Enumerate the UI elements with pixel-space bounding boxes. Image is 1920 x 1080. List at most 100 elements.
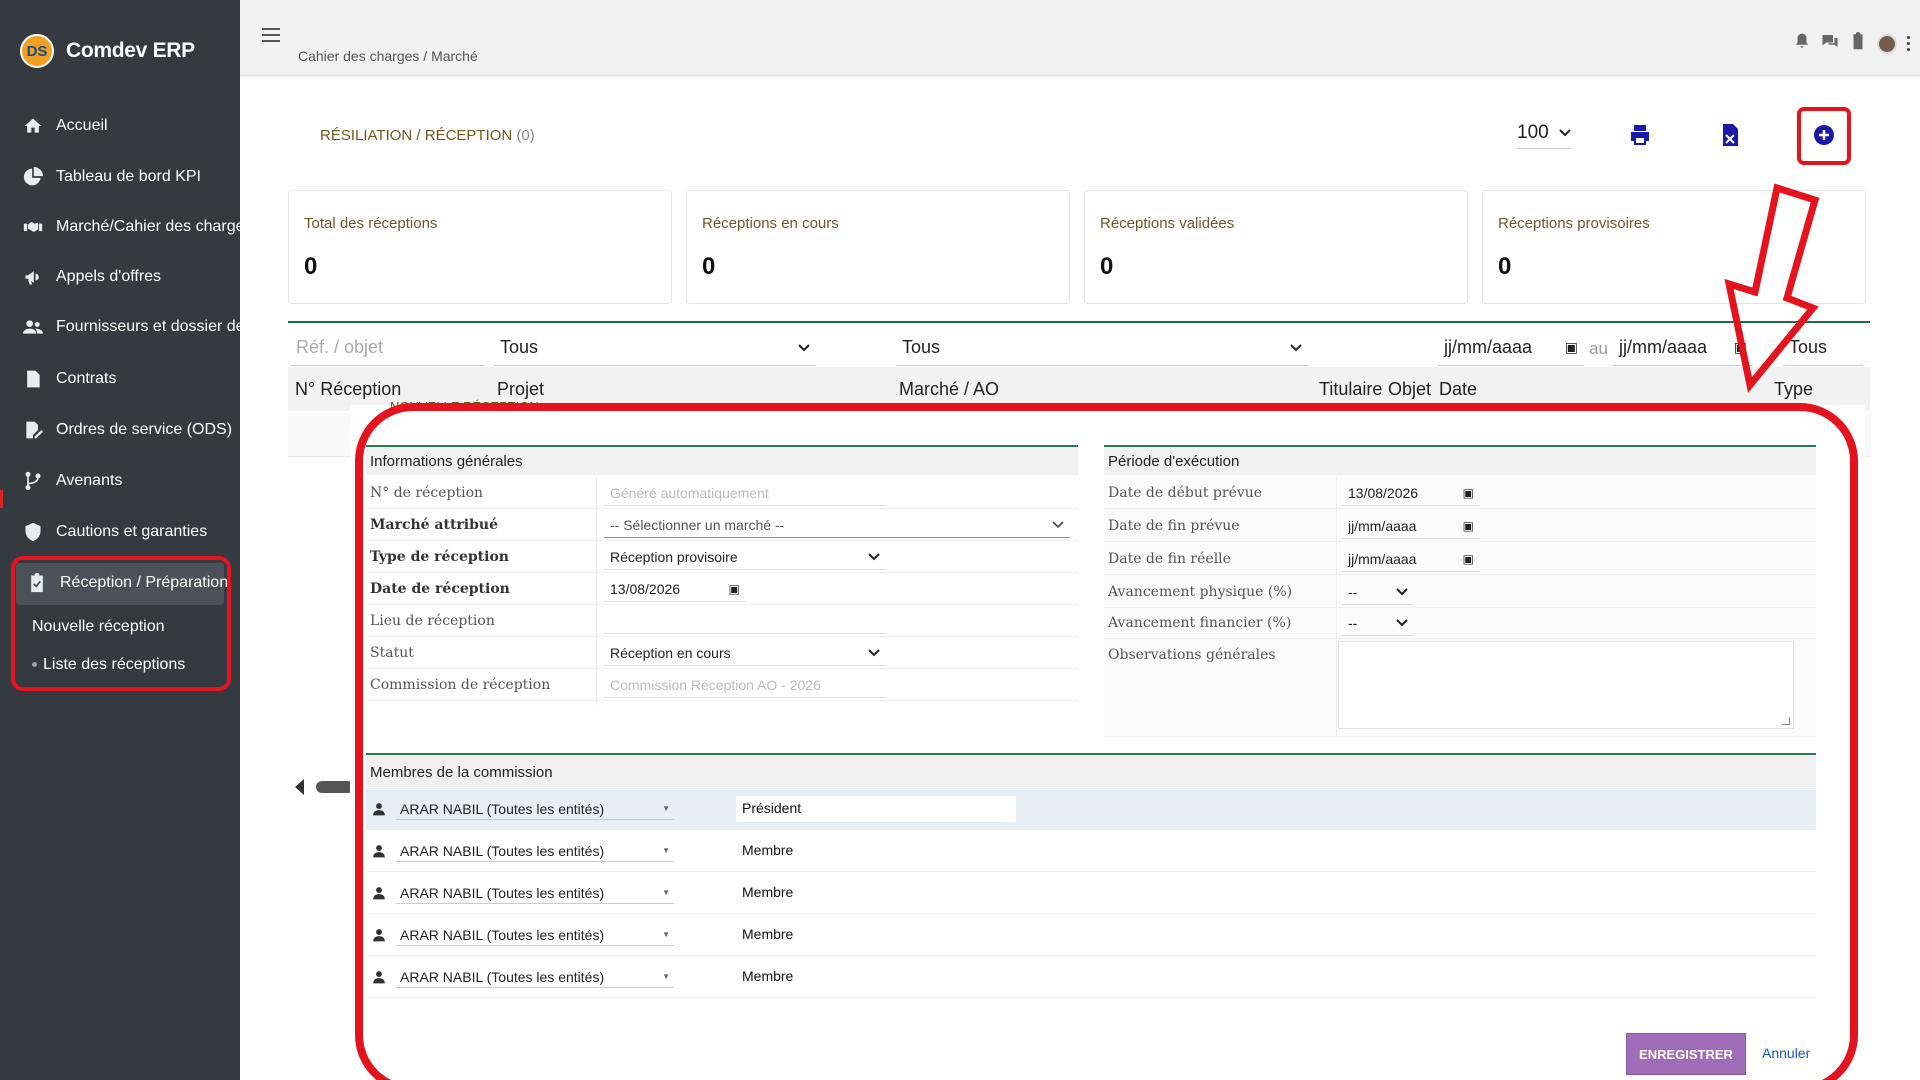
sidebar-item-accueil[interactable]: Accueil [22, 115, 108, 137]
pie-chart-icon [22, 166, 44, 188]
field-label: Avancement financier (%) [1108, 615, 1292, 631]
projet-filter-value: Tous [500, 337, 539, 357]
sidebar: DS Comdev ERP Accueil Tableau de bord KP… [0, 0, 245, 1080]
field-label: N° de réception [370, 485, 484, 501]
field-fin-prevue: Date de fin prévue jj/mm/aaaa ▣ [1104, 510, 1816, 542]
sidebar-item-marche[interactable]: Marché/Cahier des charge [22, 216, 245, 238]
scroll-left-icon[interactable] [295, 779, 304, 795]
avancement-physique-select[interactable]: -- [1342, 579, 1414, 605]
date-to-value: jj/mm/aaaa [1619, 337, 1708, 357]
sidebar-item-contrats[interactable]: Contrats [22, 368, 116, 390]
numero-input[interactable]: Généré automatiquement [604, 480, 886, 506]
clipboard-icon[interactable] [1849, 32, 1867, 55]
marche-filter-value: Tous [902, 337, 941, 357]
member-role-input[interactable]: Membre [736, 922, 1016, 948]
brand[interactable]: DS Comdev ERP [20, 34, 195, 68]
member-select[interactable]: ARAR NABIL (Toutes les entités) ▼ [396, 924, 674, 946]
sidebar-item-ods[interactable]: Ordres de service (ODS) [22, 419, 232, 441]
date-reception-input[interactable]: 13/08/2026 ▣ [604, 576, 746, 602]
fin-prevue-input[interactable]: jj/mm/aaaa ▣ [1342, 513, 1480, 539]
hamburger-menu-icon[interactable] [262, 28, 280, 42]
save-button[interactable]: ENREGISTRER [1626, 1033, 1746, 1075]
column-header[interactable]: Titulaire [1319, 379, 1382, 400]
excel-export-icon[interactable] [1717, 121, 1743, 149]
field-label: Marché attribué [370, 517, 499, 533]
marche-filter-select[interactable]: Tous [896, 330, 1308, 366]
handshake-icon [22, 216, 44, 238]
sidebar-item-label: Tableau de bord KPI [56, 168, 201, 185]
sidebar-item-fournisseurs[interactable]: Fournisseurs et dossier de [22, 316, 245, 338]
sidebar-item-label: Accueil [56, 117, 108, 134]
stat-label: Réceptions provisoires [1498, 215, 1650, 232]
member-role-input[interactable]: Membre [736, 880, 1016, 906]
lieu-input[interactable] [604, 608, 886, 634]
field-label: Date de fin réelle [1108, 551, 1231, 567]
sidebar-item-label: Marché/Cahier des charge [56, 218, 245, 235]
field-date: Date de réception 13/08/2026 ▣ [366, 573, 1078, 605]
member-select[interactable]: ARAR NABIL (Toutes les entités) ▼ [396, 798, 674, 820]
projet-filter-select[interactable]: Tous [494, 330, 816, 366]
per-page-select[interactable]: 100 [1517, 122, 1571, 149]
chevron-down-icon [868, 648, 880, 656]
sidebar-item-label: Contrats [56, 370, 117, 387]
type-reception-select[interactable]: Réception provisoire [604, 544, 886, 570]
filter-row: Réf. / objet Tous Tous jj/mm/aaaa ▣ au j… [288, 321, 1870, 366]
member-row: ARAR NABIL (Toutes les entités) ▼ Préside… [366, 788, 1816, 830]
member-name: ARAR NABIL (Toutes les entités) [400, 884, 605, 901]
horizontal-scrollbar[interactable] [316, 781, 354, 793]
field-observations: Observations générales [1104, 639, 1816, 737]
avatar[interactable] [1877, 33, 1897, 54]
date-to-input[interactable]: jj/mm/aaaa ▣ [1613, 330, 1753, 366]
field-avancement-physique: Avancement physique (%) -- [1104, 576, 1816, 608]
column-header[interactable]: Marché / AO [899, 379, 999, 400]
member-select[interactable]: ARAR NABIL (Toutes les entités) ▼ [396, 882, 674, 904]
chat-icon[interactable] [1821, 32, 1839, 55]
new-reception-modal: NOUVELLE RÉCEPTION Informations générale… [350, 399, 1865, 1080]
fin-reelle-input[interactable]: jj/mm/aaaa ▣ [1342, 546, 1480, 572]
home-icon [22, 115, 44, 137]
search-input[interactable]: Réf. / objet [290, 330, 484, 366]
type-filter-select[interactable]: Tous [1783, 330, 1863, 366]
member-name: ARAR NABIL (Toutes les entités) [400, 842, 605, 859]
debut-prevue-input[interactable]: 13/08/2026 ▣ [1342, 480, 1480, 506]
resize-handle-icon[interactable] [1782, 717, 1790, 725]
sidebar-item-avenants[interactable]: Avenants [22, 470, 122, 492]
member-role-input[interactable]: Membre [736, 838, 1016, 864]
member-user: ARAR NABIL (Toutes les entités) ▼ [372, 840, 674, 862]
date-from-input[interactable]: jj/mm/aaaa ▣ [1438, 330, 1584, 366]
calendar-icon: ▣ [1462, 485, 1474, 500]
user-icon [373, 929, 385, 942]
bell-icon[interactable] [1793, 32, 1811, 55]
member-user: ARAR NABIL (Toutes les entités) ▼ [372, 882, 674, 904]
member-role-input[interactable]: Membre [736, 964, 1016, 990]
topbar-actions [1793, 32, 1910, 55]
member-role-input[interactable]: Président [736, 796, 1016, 822]
column-header[interactable]: Type [1774, 379, 1813, 400]
page-title-text: RÉSILIATION / RÉCEPTION [320, 127, 513, 144]
column-header[interactable]: Date [1439, 379, 1477, 400]
chevron-down-icon [868, 552, 880, 560]
column-header[interactable]: Objet [1388, 379, 1431, 400]
avancement-financier-select[interactable]: -- [1342, 610, 1414, 636]
print-icon[interactable] [1627, 121, 1653, 149]
fin-reelle-value: jj/mm/aaaa [1348, 550, 1417, 567]
statut-select[interactable]: Réception en cours [604, 640, 886, 666]
column-header[interactable]: N° Réception [295, 379, 401, 400]
chevron-down-icon [798, 343, 810, 351]
observations-textarea[interactable] [1338, 641, 1794, 729]
stat-card-validees: Réceptions validées 0 [1084, 190, 1468, 304]
member-select[interactable]: ARAR NABIL (Toutes les entités) ▼ [396, 966, 674, 988]
cancel-link[interactable]: Annuler [1762, 1045, 1810, 1061]
sidebar-item-cautions[interactable]: Cautions et garanties [22, 521, 207, 543]
more-vertical-icon[interactable] [1907, 36, 1910, 51]
member-select[interactable]: ARAR NABIL (Toutes les entités) ▼ [396, 840, 674, 862]
column-header[interactable]: Projet [497, 379, 544, 400]
commission-input[interactable]: Commission Réception AO - 2026 [604, 672, 886, 698]
date-from-value: jj/mm/aaaa [1444, 337, 1533, 357]
sidebar-item-appels[interactable]: Appels d'offres [22, 266, 161, 288]
marche-select[interactable]: -- Sélectionner un marché -- [604, 512, 1070, 538]
user-icon [373, 971, 385, 984]
field-label: Date de fin prévue [1108, 518, 1240, 534]
sidebar-item-kpi[interactable]: Tableau de bord KPI [22, 166, 201, 188]
field-avancement-financier: Avancement financier (%) -- [1104, 607, 1816, 639]
